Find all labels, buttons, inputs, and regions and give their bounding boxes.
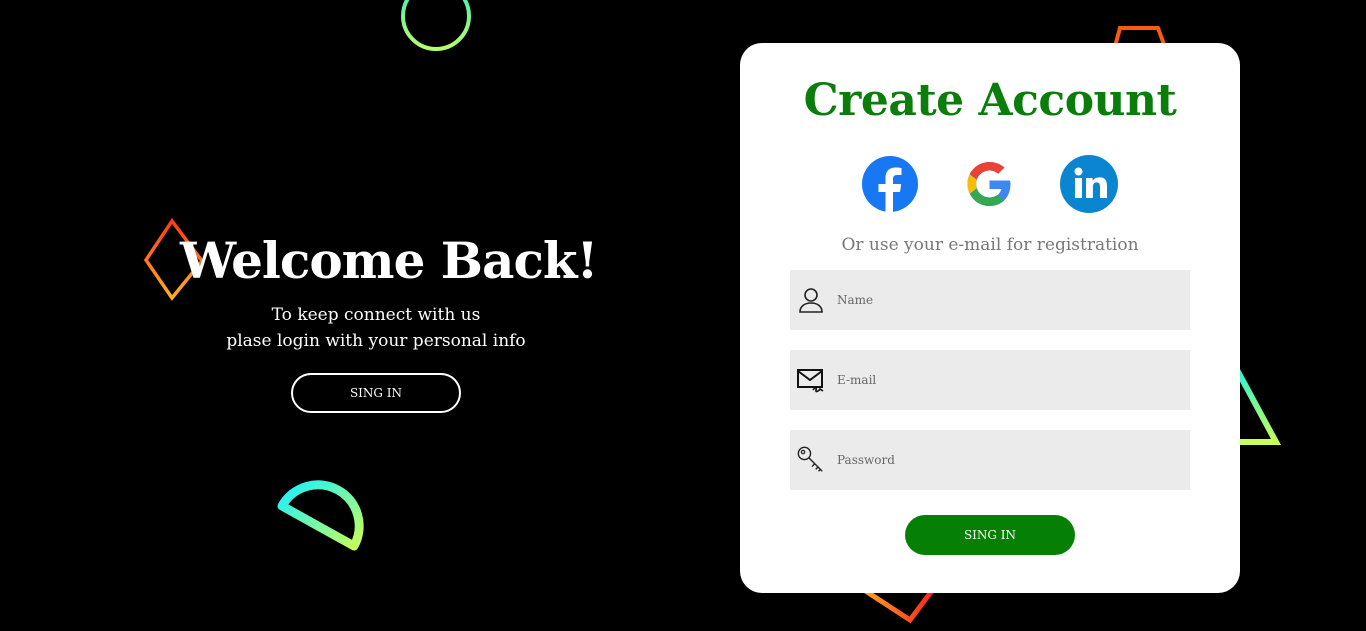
linkedin-button[interactable] [1060, 155, 1118, 213]
create-account-sign-in-button[interactable]: SING IN [905, 515, 1075, 555]
password-input[interactable] [835, 429, 1190, 491]
circle-shape [401, 0, 471, 51]
name-input[interactable] [835, 269, 1190, 331]
email-field [790, 349, 1190, 411]
envelope-icon [796, 365, 826, 395]
create-account-card: Create Account Or use your e-mail for re… [740, 43, 1240, 593]
key-icon [796, 445, 826, 475]
welcome-subtitle-line-2: plase login with your personal info [226, 331, 526, 351]
google-button[interactable] [960, 155, 1018, 213]
facebook-button[interactable] [861, 155, 919, 213]
google-icon [967, 162, 1011, 206]
user-icon [796, 285, 826, 315]
linkedin-icon [1060, 155, 1118, 213]
welcome-title: Welcome Back! [180, 231, 599, 290]
welcome-subtitle-line-1: To keep connect with us [271, 305, 481, 325]
card-title: Create Account [803, 75, 1177, 126]
password-field [790, 429, 1190, 491]
facebook-icon [862, 156, 918, 213]
email-input[interactable] [835, 349, 1190, 411]
half-circle-shape [277, 480, 364, 551]
registration-hint: Or use your e-mail for registration [841, 235, 1139, 255]
name-field [790, 269, 1190, 331]
welcome-subtitle: To keep connect with us plase login with… [216, 302, 536, 354]
sign-in-button[interactable]: SING IN [291, 373, 461, 413]
